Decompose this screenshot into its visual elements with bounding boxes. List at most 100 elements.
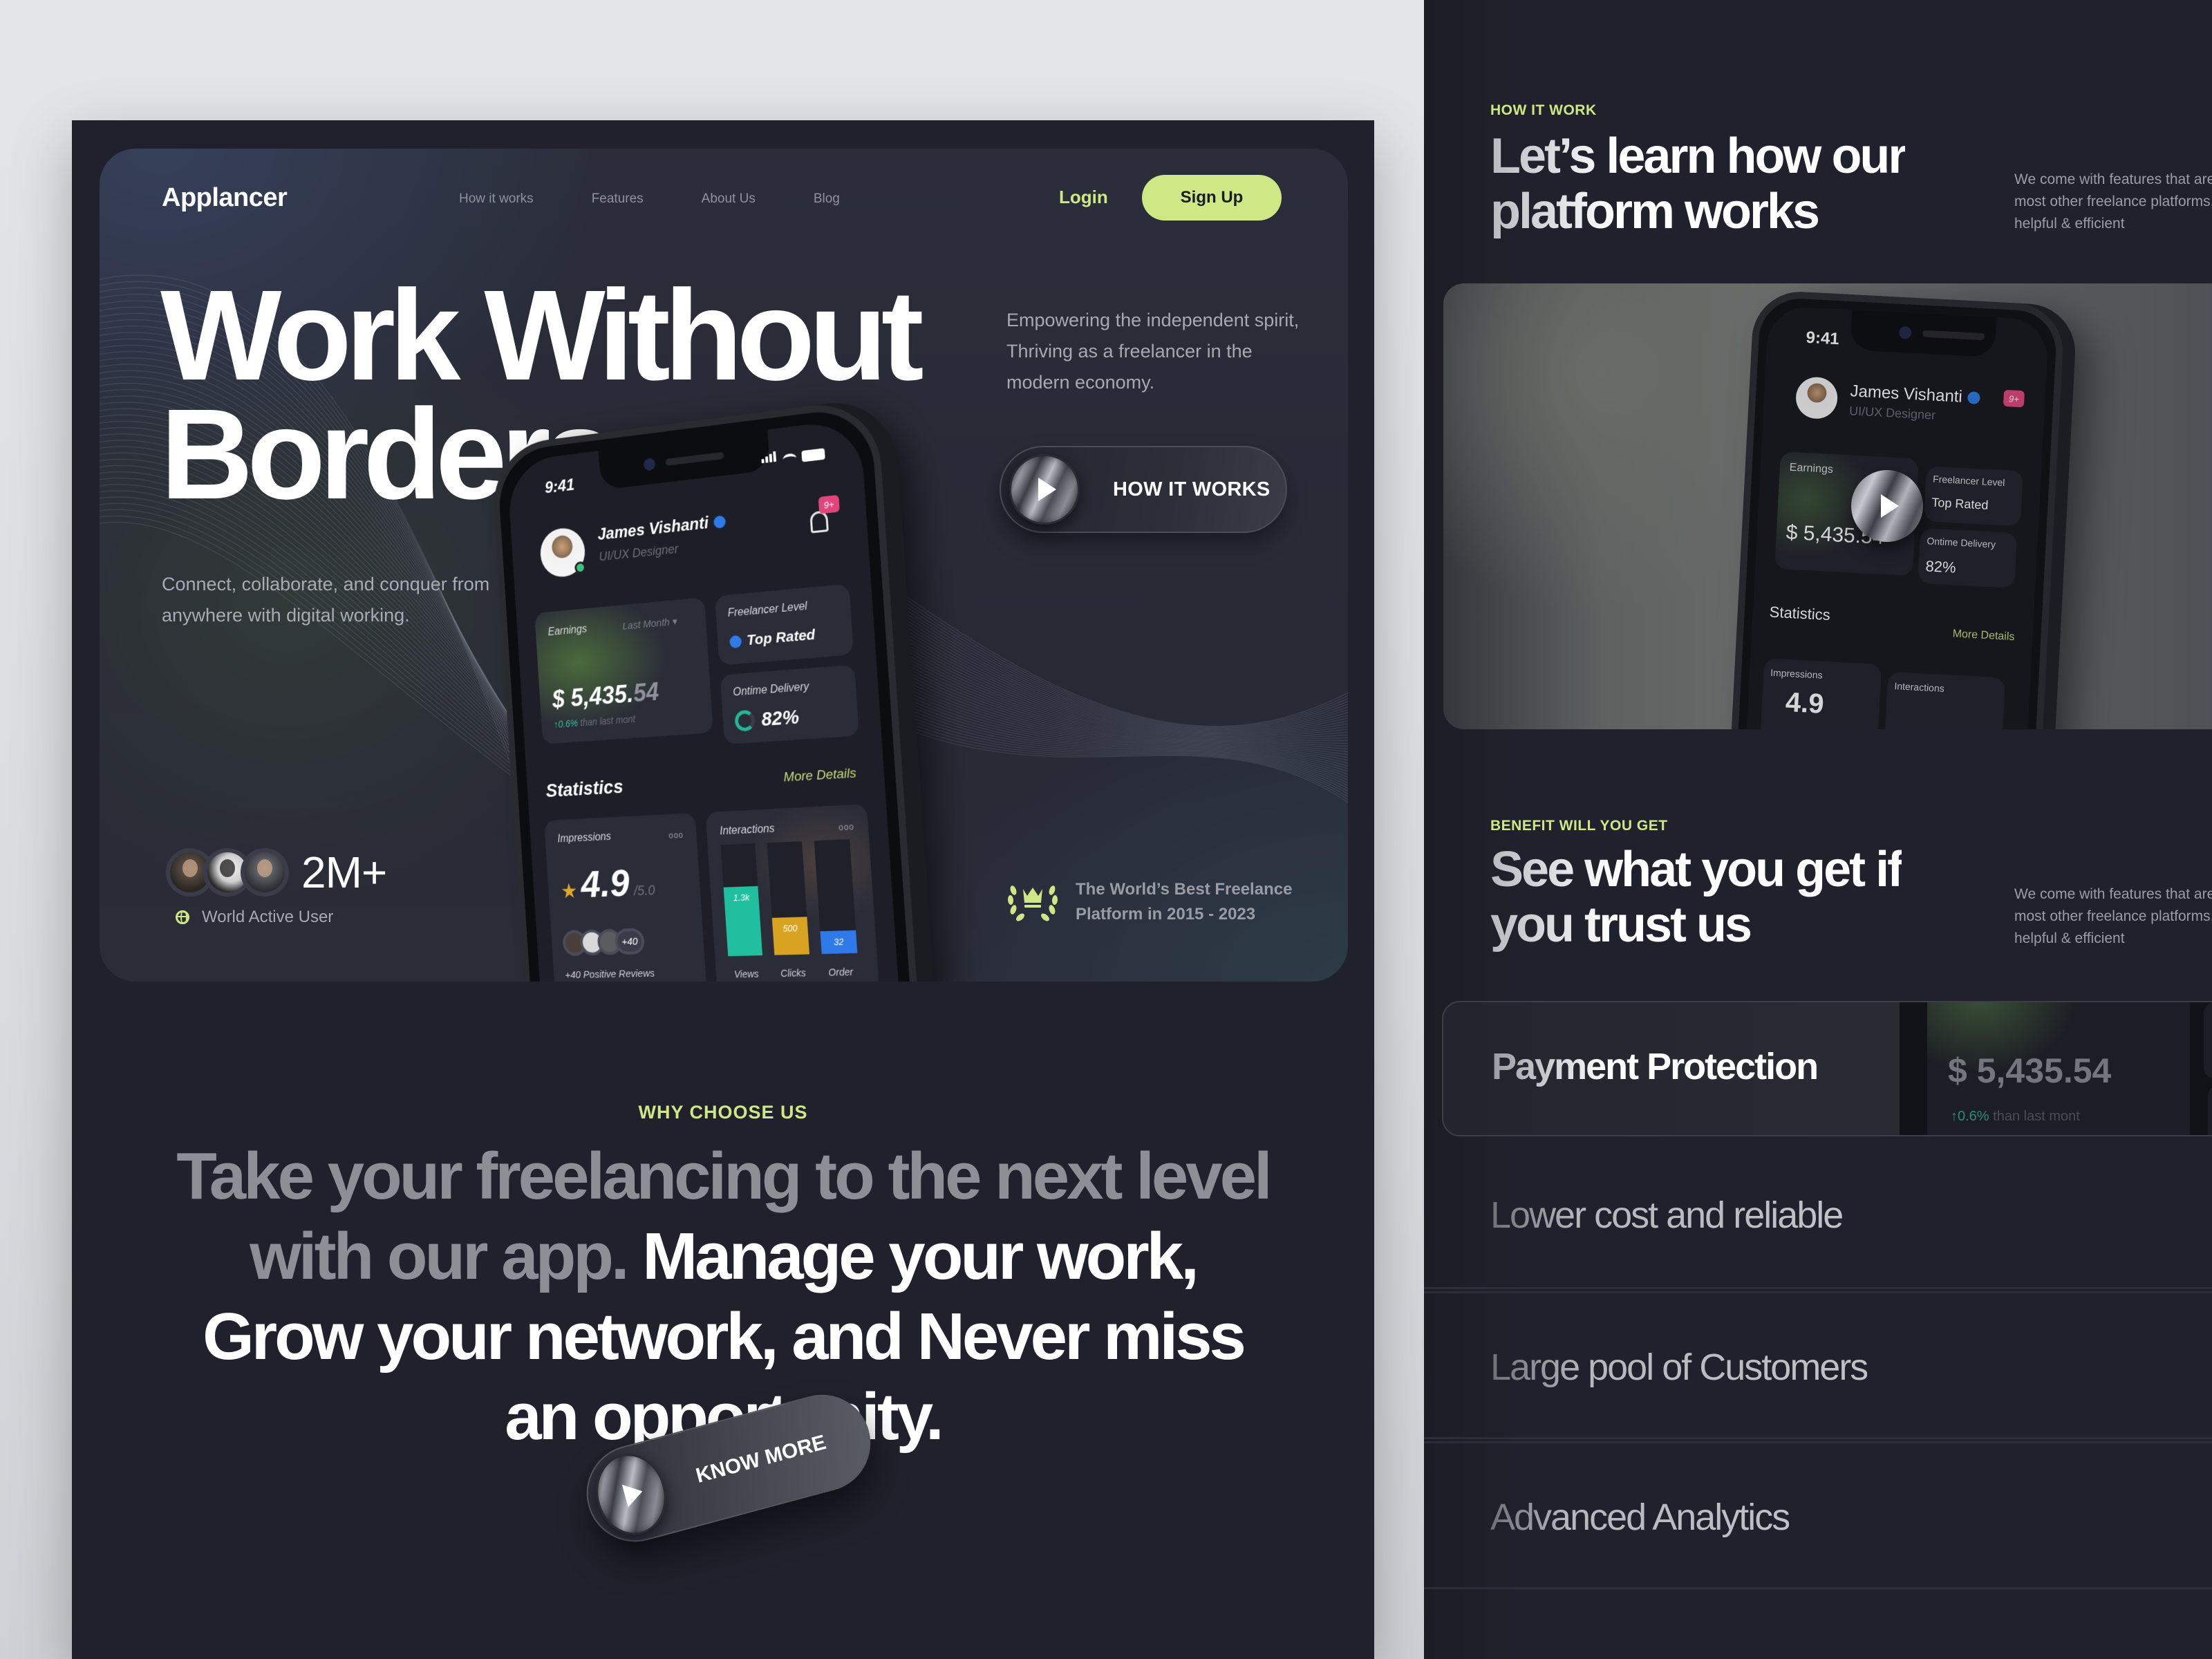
status-icons bbox=[761, 445, 825, 467]
bell-icon[interactable] bbox=[809, 510, 829, 534]
level-label: Freelancer Level bbox=[727, 600, 808, 620]
benefit-item-label: Large pool of Customers bbox=[1490, 1347, 1868, 1388]
how-it-work-label: HOW IT WORK bbox=[1490, 102, 1597, 118]
desc-line: most other freelance platforms, t bbox=[2014, 194, 2212, 209]
bar-track-views: 1.3k bbox=[720, 843, 763, 957]
ontime-delivery-card[interactable]: Ontime Delivery 82% bbox=[720, 664, 859, 744]
top-rated-badge-icon bbox=[729, 635, 742, 649]
brand-logo[interactable]: Applancer bbox=[162, 183, 288, 213]
verified-badge-icon bbox=[713, 515, 727, 529]
benefit-item-customers[interactable]: Large pool of Customers bbox=[1424, 1291, 2212, 1439]
benefit-preview-phone: $ 5,435.54 ↑0.6% than last mont bbox=[1893, 1002, 2212, 1135]
why-choose-us-label: WHY CHOOSE US bbox=[638, 1102, 808, 1123]
video-overlay bbox=[1443, 283, 2212, 729]
how-it-work-title-line-2: platform works bbox=[1490, 184, 1819, 239]
positive-reviews-label: +40 Positive Reviews bbox=[564, 967, 655, 982]
video-play-button[interactable] bbox=[1851, 470, 1923, 542]
world-active-user-label: World Active User bbox=[202, 908, 334, 926]
award-badge: The World’s Best Freelance Platform in 2… bbox=[1005, 877, 1292, 927]
wifi-icon bbox=[782, 453, 797, 465]
earnings-card[interactable]: Earnings Last Month ▾ $ 5,435.54 ↑0.6% t… bbox=[534, 597, 713, 744]
award-text: The World’s Best Freelance Platform in 2… bbox=[1076, 877, 1292, 927]
desc-line: helpful & efficient bbox=[2014, 930, 2125, 946]
benefit-preview-earnings: $ 5,435.54 ↑0.6% than last mont bbox=[1927, 1002, 2190, 1135]
why-choose-us-statement: Take your freelancing to the next level … bbox=[169, 1136, 1277, 1457]
benefit-item-analytics[interactable]: Advanced Analytics bbox=[1424, 1441, 2212, 1589]
desc-line: helpful & efficient bbox=[2014, 216, 2125, 232]
more-options-icon[interactable]: ooo bbox=[838, 822, 854, 832]
phone-screen: 9:41 James Vishanti UI/UX Designer 9+ Ea… bbox=[506, 418, 917, 982]
phone-frame: 9:41 James Vishanti UI/UX Designer 9+ Ea… bbox=[489, 397, 936, 982]
earnings-change-value: ↑0.6% bbox=[553, 717, 579, 730]
nav-link-about-us[interactable]: About Us bbox=[702, 191, 756, 207]
more-options-icon[interactable]: ooo bbox=[668, 830, 684, 841]
bar-views: 1.3k bbox=[723, 885, 763, 957]
hero-subtitle: Connect, collaborate, and conquer from a… bbox=[162, 574, 490, 626]
freelancer-level-card[interactable]: Freelancer Level Top Rated bbox=[714, 583, 854, 666]
impressions-card[interactable]: Impressions ooo ★ 4.9 /5.0 +40 +40 Posit… bbox=[544, 812, 707, 982]
earnings-period-value: Last Month bbox=[621, 616, 671, 632]
preview-change-value: ↑0.6% bbox=[1951, 1109, 1989, 1124]
benefit-preview-card bbox=[2204, 1002, 2212, 1078]
benefit-description: We come with features that are c most ot… bbox=[2014, 883, 2212, 950]
delivery-row: 82% bbox=[734, 706, 800, 733]
rating-row: ★ 4.9 /5.0 bbox=[559, 859, 656, 907]
hero-title-line-1: Work Without bbox=[160, 264, 924, 407]
preview-earnings-value: $ 5,435.54 bbox=[1948, 1051, 2112, 1090]
globe-icon bbox=[176, 910, 189, 924]
bar-track-order: 32 bbox=[814, 838, 858, 955]
nav-link-how-it-works[interactable]: How it works bbox=[459, 191, 534, 207]
award-line-2: Platform in 2015 - 2023 bbox=[1076, 905, 1256, 924]
status-time: 9:41 bbox=[544, 476, 575, 498]
signal-icon bbox=[761, 451, 778, 467]
earnings-period-dropdown[interactable]: Last Month ▾ bbox=[622, 615, 677, 632]
earnings-change: ↑0.6% than last mont bbox=[554, 713, 636, 730]
benefit-label: BENEFIT WILL YOU GET bbox=[1490, 818, 1668, 834]
earnings-change-note: than last mont bbox=[579, 713, 636, 729]
preview-earnings-change: ↑0.6% than last mont bbox=[1951, 1109, 2080, 1125]
profile-role: UI/UX Designer bbox=[598, 541, 679, 564]
profile-name: James Vishanti bbox=[597, 513, 709, 545]
delivery-progress-ring bbox=[734, 709, 756, 732]
level-value: Top Rated bbox=[746, 626, 816, 649]
benefit-preview-card bbox=[2208, 1085, 2212, 1135]
benefit-title-line-2: you trust us bbox=[1490, 897, 1751, 953]
bar-order: 32 bbox=[820, 930, 858, 955]
main-nav: How it works Features About Us Blog bbox=[459, 191, 840, 207]
desc-line: most other freelance platforms, t bbox=[2014, 908, 2212, 924]
active-users-count: 2M+ bbox=[301, 847, 387, 897]
phone-notch bbox=[598, 429, 771, 490]
rating-max: /5.0 bbox=[633, 883, 656, 899]
signup-button[interactable]: Sign Up bbox=[1142, 175, 1282, 221]
nav-link-features[interactable]: Features bbox=[592, 191, 644, 207]
how-it-works-video[interactable]: 9:41 James Vishanti UI/UX Designer 9+ Ea… bbox=[1443, 283, 2212, 729]
bar-track-clicks: 500 bbox=[767, 841, 810, 955]
delivery-label: Ontime Delivery bbox=[732, 681, 809, 699]
delivery-value: 82% bbox=[760, 705, 800, 731]
benefit-item-lower-cost[interactable]: Lower cost and reliable bbox=[1424, 1141, 2212, 1289]
how-it-work-title-line-1: Let’s learn how our bbox=[1490, 129, 1906, 184]
bar-clicks: 500 bbox=[771, 917, 810, 955]
details-page-panel: HOW IT WORK Let’s learn how our platform… bbox=[1424, 0, 2212, 1659]
caret-down-icon: ▾ bbox=[672, 615, 678, 628]
play-icon bbox=[1881, 494, 1899, 518]
phone-mockup: 9:41 James Vishanti UI/UX Designer 9+ Ea… bbox=[489, 386, 1023, 982]
statistics-title: Statistics bbox=[545, 776, 624, 801]
reviewer-avatars: +40 bbox=[562, 928, 646, 957]
how-it-work-title: Let’s learn how our platform works bbox=[1490, 129, 1905, 239]
interactions-label: Interactions bbox=[719, 823, 776, 838]
how-it-works-button[interactable]: HOW IT WORKS bbox=[1000, 446, 1287, 533]
level-row: Top Rated bbox=[729, 626, 816, 650]
preview-change-note: than last mont bbox=[1993, 1109, 2080, 1124]
more-details-link[interactable]: More Details bbox=[783, 766, 857, 786]
hero-tagline: Empowering the independent spirit, Thriv… bbox=[1006, 310, 1300, 393]
benefit-item-payment-protection[interactable]: Payment Protection $ 5,435.54 ↑0.6% than… bbox=[1442, 1001, 2212, 1136]
nav-link-blog[interactable]: Blog bbox=[814, 191, 840, 207]
notification-badge: 9+ bbox=[818, 494, 840, 514]
know-more-label: KNOW MORE bbox=[693, 1430, 829, 1488]
benefit-title-line-1: See what you get if bbox=[1490, 842, 1902, 897]
login-button[interactable]: Login bbox=[1059, 187, 1108, 208]
interactions-card[interactable]: Interactions ooo 1.3k Views 500 Clicks 32 Ord… bbox=[705, 804, 880, 982]
bar-label-clicks: Clicks bbox=[780, 967, 807, 980]
landing-page-panel: Applancer How it works Features About Us… bbox=[72, 120, 1374, 1659]
